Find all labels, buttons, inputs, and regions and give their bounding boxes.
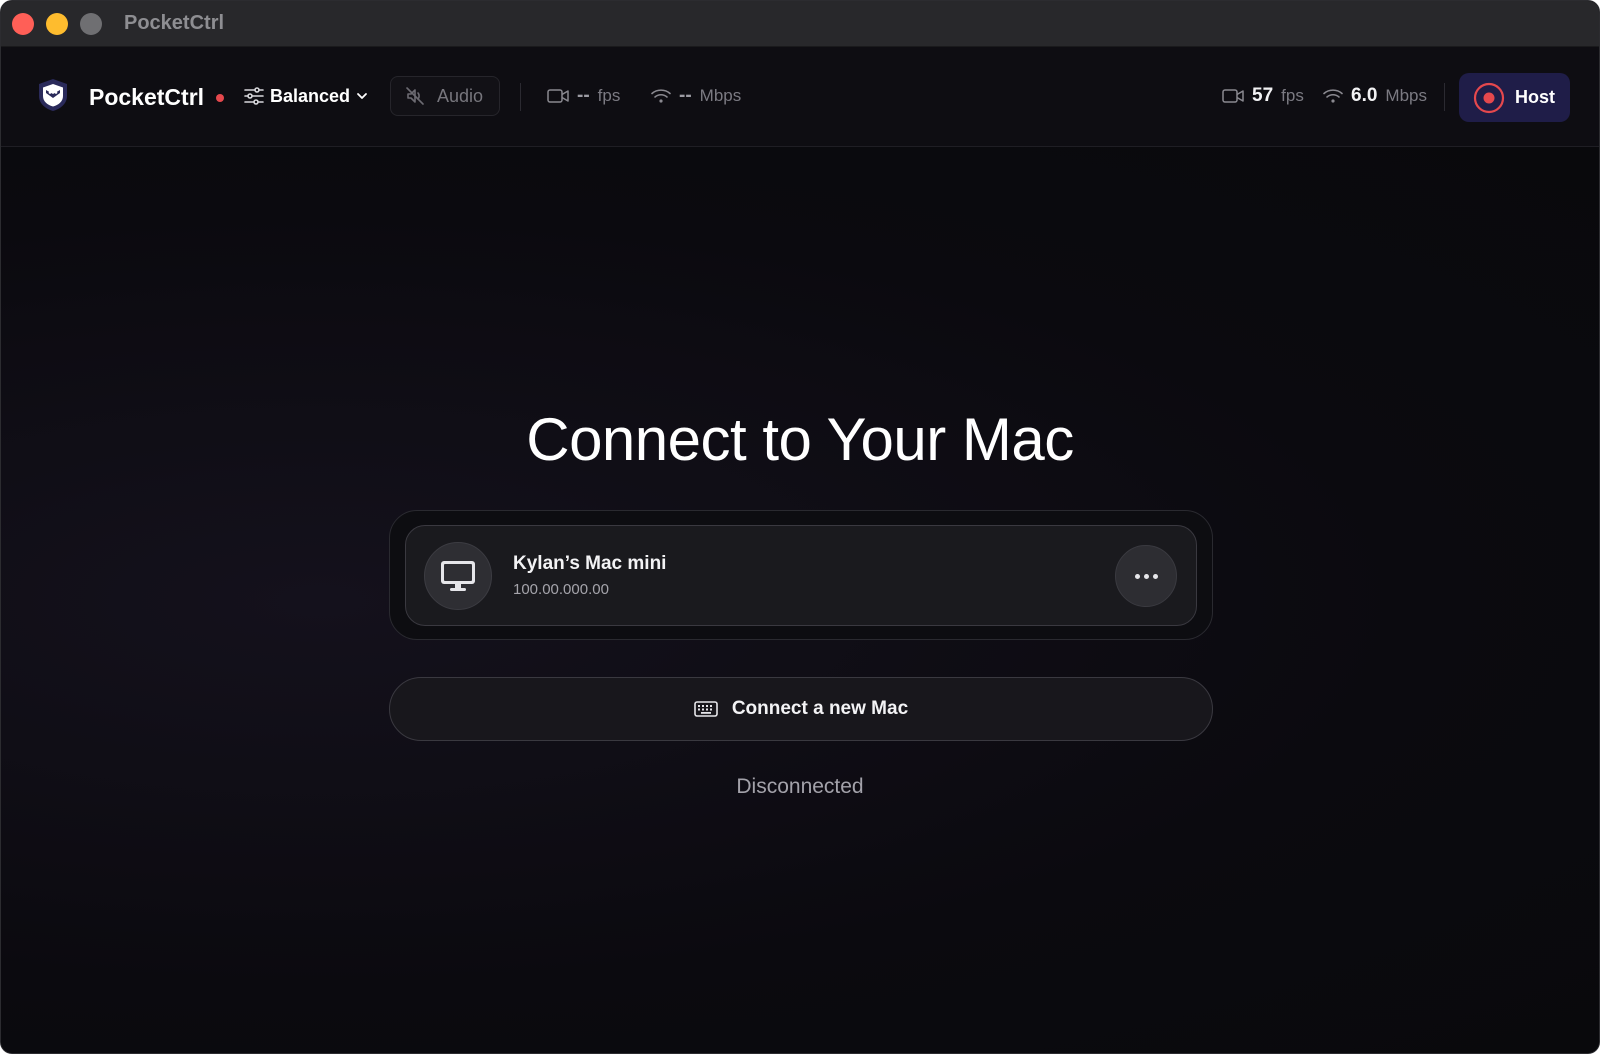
quality-preset-label: Balanced [270, 85, 351, 106]
local-bandwidth-unit: Mbps [1385, 86, 1427, 105]
host-button-label: Host [1515, 87, 1555, 107]
zoom-window-button[interactable] [80, 13, 102, 35]
status-indicator-dot [216, 94, 224, 102]
sliders-icon [244, 87, 264, 105]
local-fps-value: 57 [1252, 85, 1274, 106]
close-window-button[interactable] [12, 13, 34, 35]
local-fps-stat: 57 fps [1222, 83, 1304, 109]
remote-bandwidth-unit: Mbps [699, 86, 742, 105]
window-title: PocketCtrl [124, 12, 225, 34]
chevron-down-icon [357, 93, 367, 99]
keyboard-icon [694, 701, 718, 717]
remote-fps-stat: -- fps [547, 83, 620, 109]
wifi-icon [1323, 89, 1343, 103]
wifi-icon [651, 89, 671, 103]
device-more-options-button[interactable] [1115, 545, 1177, 607]
remote-bandwidth-value: -- [679, 85, 692, 106]
local-bandwidth-stat: 6.0 Mbps [1323, 83, 1427, 109]
remote-fps-unit: fps [597, 86, 621, 105]
device-avatar [424, 542, 492, 610]
toolbar-divider [1444, 83, 1445, 111]
device-list: Kylan’s Mac mini 100.00.000.00 [389, 510, 1213, 640]
device-ip-address: 100.00.000.00 [513, 581, 609, 598]
host-button[interactable]: Host [1459, 73, 1570, 122]
app-name: PocketCtrl [89, 84, 205, 110]
toolbar: PocketCtrl Balanced Audio -- fps -- Mbps… [1, 47, 1599, 147]
remote-fps-value: -- [577, 85, 590, 106]
audio-toggle-button[interactable]: Audio [390, 76, 500, 116]
video-camera-icon [547, 89, 569, 103]
page-title: Connect to Your Mac [526, 406, 1074, 473]
connect-new-mac-label: Connect a new Mac [731, 698, 909, 719]
minimize-window-button[interactable] [46, 13, 68, 35]
ellipsis-icon [1134, 573, 1140, 579]
speaker-muted-icon [406, 87, 424, 105]
video-camera-icon [1222, 89, 1244, 103]
app-logo-icon [39, 79, 67, 111]
toolbar-divider [520, 83, 521, 111]
local-bandwidth-value: 6.0 [1351, 85, 1378, 106]
title-bar: PocketCtrl [1, 1, 1599, 47]
record-icon [1473, 82, 1505, 113]
remote-bandwidth-stat: -- Mbps [651, 83, 741, 109]
device-card[interactable]: Kylan’s Mac mini 100.00.000.00 [405, 525, 1197, 626]
connection-status-text: Disconnected [736, 775, 864, 798]
quality-preset-dropdown[interactable]: Balanced [244, 83, 368, 109]
device-name: Kylan’s Mac mini [513, 553, 667, 574]
audio-label: Audio [437, 85, 484, 106]
local-fps-unit: fps [1281, 86, 1304, 105]
connect-new-mac-button[interactable]: Connect a new Mac [389, 677, 1213, 741]
monitor-icon [441, 561, 475, 591]
main-content: Connect to Your Mac Kylan’s Mac mini 100… [1, 147, 1599, 1053]
app-window: PocketCtrl PocketCtrl Balanced Audio -- … [0, 0, 1600, 1054]
